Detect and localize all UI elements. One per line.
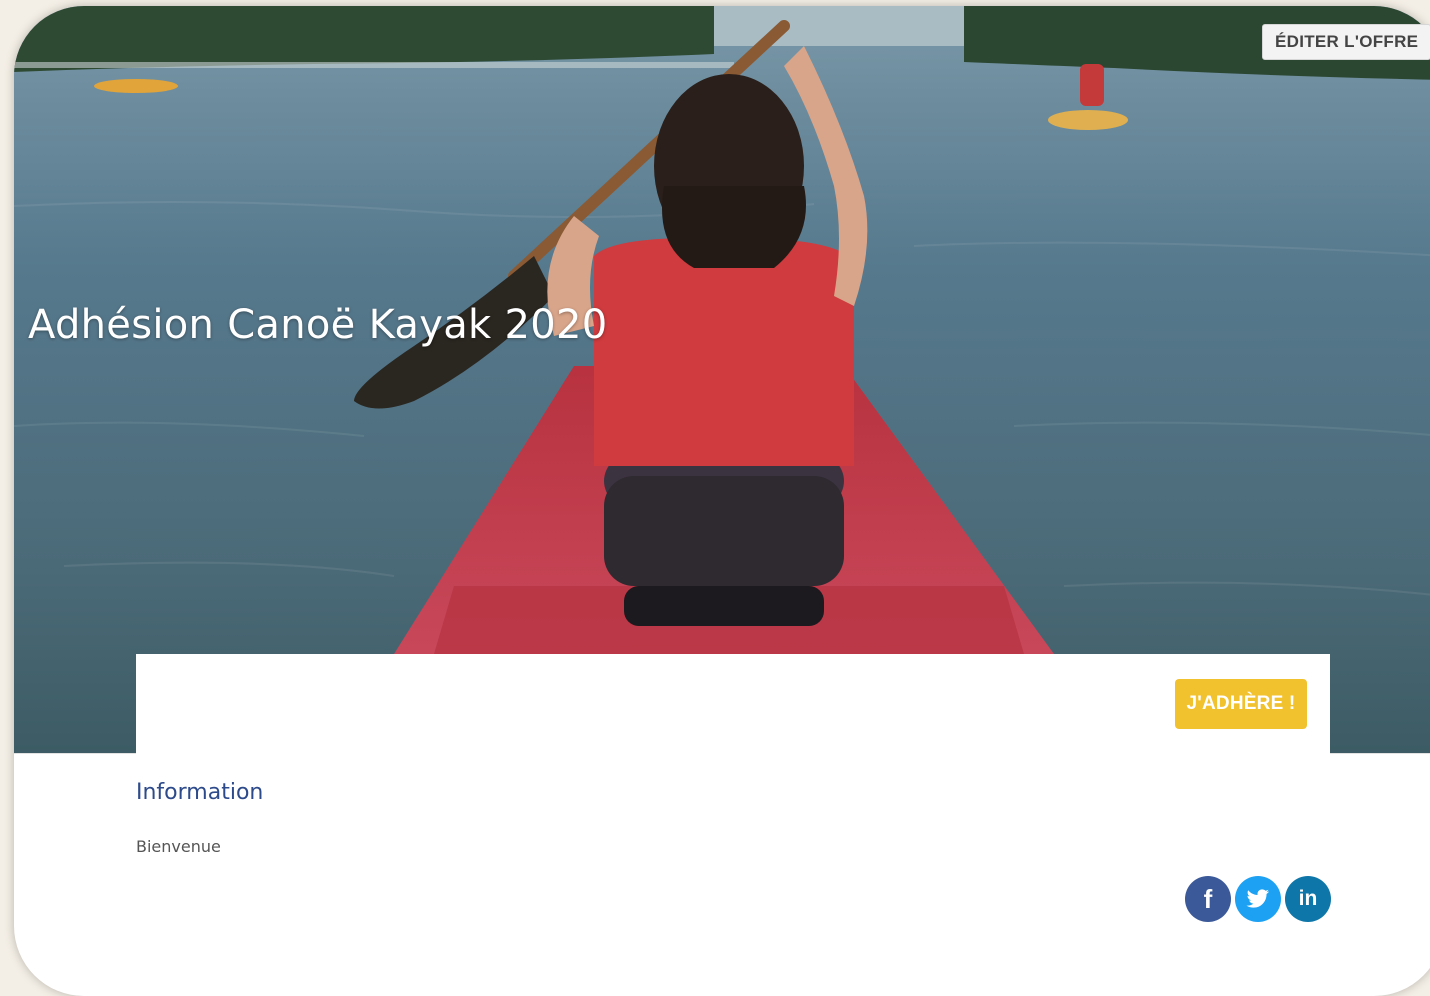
hero-banner: Adhésion Canoë Kayak 2020 [14,6,1430,754]
information-heading: Information [136,780,264,805]
twitter-icon [1246,889,1269,908]
join-button[interactable]: J'ADHÈRE ! [1175,679,1307,729]
social-share: f in [1185,876,1331,922]
offer-title: Adhésion Canoë Kayak 2020 [28,302,608,348]
facebook-icon: f [1203,883,1213,914]
action-panel [136,654,1330,754]
facebook-share-button[interactable]: f [1185,876,1231,922]
twitter-share-button[interactable] [1235,876,1281,922]
linkedin-share-button[interactable]: in [1285,876,1331,922]
offer-card: Adhésion Canoë Kayak 2020 J'ADHÈRE ! Inf… [14,6,1430,996]
information-text: Bienvenue [136,837,221,856]
linkedin-icon: in [1298,887,1318,910]
hero-photo [14,6,1430,754]
edit-offer-button[interactable]: ÉDITER L'OFFRE [1262,24,1430,60]
